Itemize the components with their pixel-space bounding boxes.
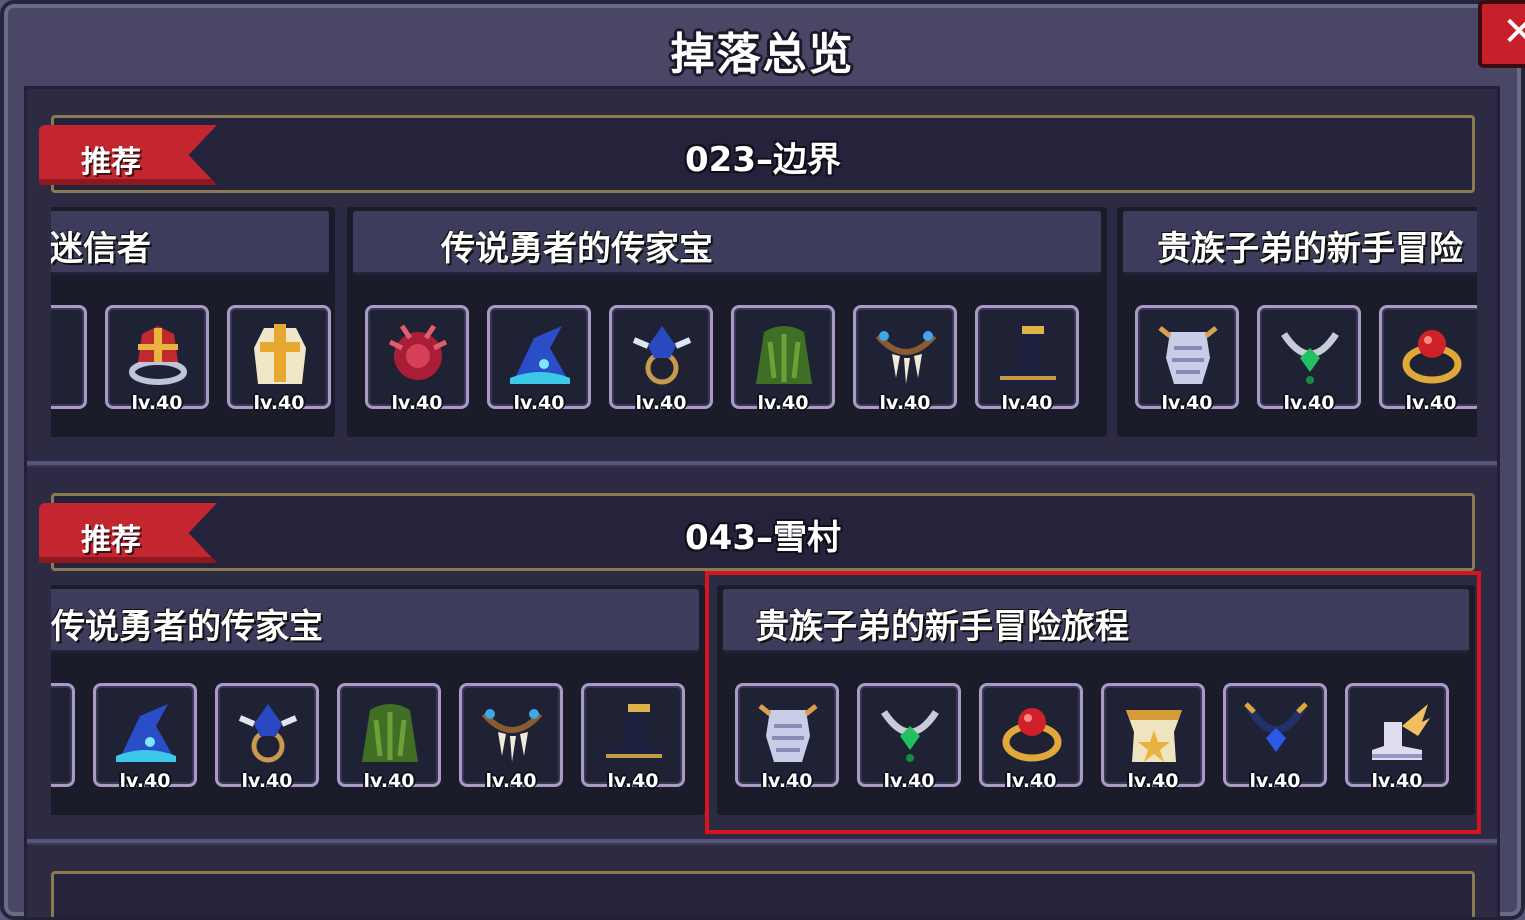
ruby-ring-icon [1402,330,1462,384]
blue-wizard-hat-icon [510,326,570,384]
emerald-necklace-icon [1281,332,1339,384]
green-robe-icon [756,326,812,384]
item-slot[interactable] [51,683,75,787]
fang-necklace-icon [481,709,543,762]
item-slot[interactable]: lv.40 [459,683,563,792]
crown-ring-icon [129,326,187,385]
item-slot[interactable]: lv.40 [227,305,331,414]
item-slot[interactable]: lv.40 [731,305,835,414]
stage-section [27,845,1497,917]
set-name: 传说勇者的传家宝 [51,589,699,653]
item-slot[interactable]: lv.40 [93,683,197,792]
dark-boots-icon [1000,326,1056,384]
equipment-set: 传说勇者的传家宝 lv.40 lv.40 lv.40 lv.40 [51,585,705,815]
equipment-set: 迷信者 lv.40 lv.40 [51,207,335,437]
equipment-set-strip[interactable]: 迷信者 lv.40 lv.40 传说勇者的传家宝 lv.40 lv.40 lv.… [51,207,1477,437]
blue-amulet-icon [238,704,298,763]
gold-cross-armor-icon [254,324,306,384]
item-slot[interactable]: lv.40 [609,305,713,414]
item-slot[interactable]: lv.40 [1379,305,1477,414]
item-slot[interactable]: lv.40 [105,305,209,414]
recommend-label: 推荐 [81,145,141,180]
item-slot[interactable]: lv.40 [365,305,469,414]
equipment-set: 贵族子弟的新手冒险 lv.40 lv.40 lv.40 [1117,207,1477,437]
stage-title: 043–雪村 [685,518,841,558]
stage-banner: 023–边界 [51,115,1475,193]
silver-armor-icon [1158,326,1218,384]
item-slot[interactable] [51,305,87,409]
item-slot[interactable]: lv.40 [215,683,319,792]
set-name: 贵族子弟的新手冒险 [1123,211,1477,275]
close-button[interactable]: ✕ [1478,0,1525,68]
item-slot[interactable]: lv.40 [581,683,685,792]
blue-wizard-hat-icon [116,704,176,762]
red-flower-helm-icon [388,324,448,380]
equipment-set: 传说勇者的传家宝 lv.40 lv.40 lv.40 lv.40 [347,207,1107,437]
dark-boots-icon [606,704,662,762]
item-slot[interactable]: lv.40 [853,305,957,414]
green-robe-icon [362,704,418,762]
stage-section: 023–边界 推荐 迷信者 lv.40 lv.40 传说勇者的传家宝 lv.40… [27,89,1497,465]
stage-banner [51,871,1475,917]
item-slot[interactable]: lv.40 [1257,305,1361,414]
set-name: 迷信者 [51,211,329,275]
stage-title: 023–边界 [685,140,841,180]
set-name: 传说勇者的传家宝 [353,211,1101,275]
item-slot[interactable]: lv.40 [1135,305,1239,414]
fang-necklace-icon [875,331,937,384]
panel-title: 掉落总览 [670,29,855,80]
close-icon: ✕ [1502,9,1525,55]
stage-banner: 043–雪村 [51,493,1475,571]
highlight-box [705,571,1481,834]
recommend-label: 推荐 [81,523,141,558]
blue-amulet-icon [632,326,692,385]
item-slot[interactable]: lv.40 [975,305,1079,414]
item-slot[interactable]: lv.40 [487,305,591,414]
item-slot[interactable]: lv.40 [337,683,441,792]
